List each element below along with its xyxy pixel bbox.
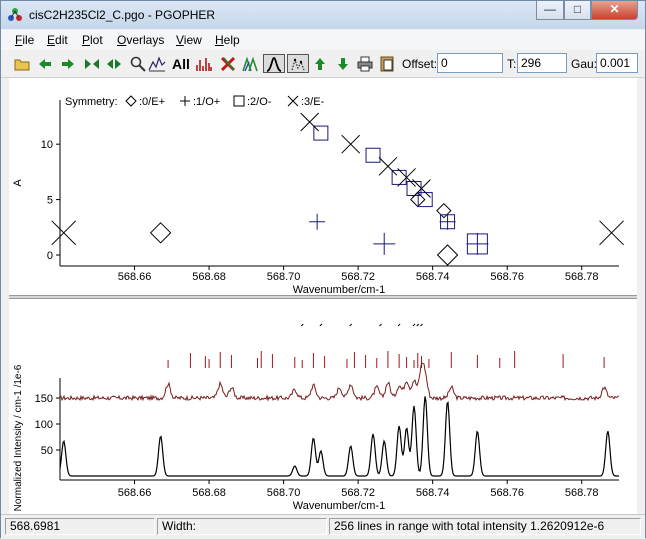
open-icon[interactable] bbox=[13, 54, 31, 73]
assignment-mark bbox=[416, 323, 420, 327]
offset-label: Offset: bbox=[402, 57, 438, 71]
assignment-mark bbox=[397, 323, 401, 327]
close-button[interactable]: ✕ bbox=[591, 1, 638, 20]
data-point-x bbox=[378, 156, 398, 176]
bottom-x-tick-label: 568.72 bbox=[341, 487, 375, 499]
bottom-x-tick-label: 568.78 bbox=[565, 487, 599, 499]
assignment-mark bbox=[349, 323, 353, 327]
menu-help[interactable]: Help bbox=[215, 33, 240, 47]
status-position: 568.6981 bbox=[5, 518, 155, 535]
data-point-square bbox=[365, 147, 381, 163]
bottom-y-tick-label: 50 bbox=[41, 445, 53, 457]
legend-entry: :1/O+ bbox=[193, 96, 220, 108]
bottom-x-tick-label: 568.66 bbox=[118, 487, 152, 499]
data-point-x bbox=[300, 112, 320, 132]
gaussian-width-label: Gau: bbox=[571, 57, 598, 71]
legend-marker-x bbox=[287, 95, 299, 107]
maximize-button[interactable]: □ bbox=[564, 1, 591, 20]
bottom-x-tick-label: 568.74 bbox=[416, 487, 450, 499]
menu-file[interactable]: File bbox=[15, 33, 34, 47]
assignment-mark bbox=[412, 323, 416, 327]
window-title: cisC2H235Cl2_C.pgo - PGOPHER bbox=[29, 8, 216, 22]
top-x-tick-label: 568.70 bbox=[267, 271, 301, 283]
top-x-tick-label: 568.78 bbox=[565, 271, 599, 283]
bottom-y-tick-label: 150 bbox=[35, 393, 53, 405]
minimize-button[interactable]: — bbox=[536, 1, 564, 20]
menu-bar: File Edit Plot Overlays View Help bbox=[1, 30, 645, 50]
all-button[interactable]: All bbox=[171, 54, 191, 73]
pgopher-app-icon bbox=[8, 8, 22, 21]
top-x-tick-label: 568.66 bbox=[118, 271, 152, 283]
sticks-icon[interactable] bbox=[287, 54, 309, 73]
observed-spectrum-line bbox=[59, 362, 620, 402]
menu-view[interactable]: View bbox=[176, 33, 202, 47]
assignment-mark bbox=[319, 323, 323, 327]
legend-marker-square-box bbox=[233, 95, 245, 107]
legend-entry: :0/E+ bbox=[139, 96, 165, 108]
temperature-input[interactable] bbox=[517, 53, 567, 73]
first-icon[interactable] bbox=[83, 54, 101, 73]
last-icon[interactable] bbox=[105, 54, 123, 73]
data-point-x bbox=[51, 220, 77, 246]
offset-input[interactable] bbox=[437, 53, 503, 73]
legend-entry: :3/E- bbox=[301, 96, 325, 108]
back-icon[interactable] bbox=[36, 54, 54, 73]
data-point-diamond bbox=[436, 202, 452, 219]
top-x-tick-label: 568.68 bbox=[192, 271, 226, 283]
bottom-y-tick-label: 100 bbox=[35, 419, 53, 431]
data-point-x bbox=[341, 134, 361, 154]
data-point-plus bbox=[309, 213, 326, 230]
bottom-x-tick-label: 568.76 bbox=[490, 487, 524, 499]
temperature-label: T: bbox=[507, 57, 517, 71]
clear-icon[interactable] bbox=[219, 54, 237, 73]
data-point-diamond bbox=[436, 244, 459, 266]
down-icon[interactable] bbox=[334, 54, 352, 73]
bottom-x-tick-label: 568.68 bbox=[192, 487, 226, 499]
top-x-tick-label: 568.72 bbox=[341, 271, 375, 283]
assignment-mark bbox=[300, 323, 304, 327]
title-bar: cisC2H235Cl2_C.pgo - PGOPHER — □ ✕ bbox=[1, 1, 645, 29]
print-icon[interactable] bbox=[356, 54, 374, 73]
top-x-tick-label: 568.74 bbox=[416, 271, 450, 283]
menu-plot[interactable]: Plot bbox=[82, 33, 103, 47]
toolbar: All Offset: T: Gau: bbox=[1, 51, 645, 78]
top-y-tick-label: 10 bbox=[41, 139, 53, 151]
legend-marker-plus bbox=[180, 96, 190, 106]
bottom-x-axis-label: Wavenumber/cm-1 bbox=[293, 500, 386, 512]
top-y-axis-label: A bbox=[12, 179, 24, 187]
forward-icon[interactable] bbox=[59, 54, 77, 73]
menu-overlays[interactable]: Overlays bbox=[117, 33, 164, 47]
data-point-square-box bbox=[365, 147, 381, 163]
top-y-tick-label: 5 bbox=[47, 195, 53, 207]
line-shape-icon[interactable] bbox=[263, 54, 285, 73]
plot-splitter[interactable] bbox=[9, 295, 637, 299]
simulate-icon[interactable] bbox=[241, 54, 259, 73]
top-x-tick-label: 568.76 bbox=[490, 271, 524, 283]
data-point-diamond bbox=[149, 222, 172, 244]
data-point-plus bbox=[466, 232, 489, 255]
data-point-plus bbox=[373, 232, 396, 255]
bottom-x-tick-label: 568.70 bbox=[267, 487, 301, 499]
simulated-spectrum-line bbox=[59, 396, 619, 477]
assignment-mark bbox=[379, 323, 382, 327]
status-message: 256 lines in range with total intensity … bbox=[329, 518, 641, 535]
assignment-mark bbox=[420, 323, 423, 327]
legend-entry: :2/O- bbox=[247, 96, 272, 108]
menu-edit[interactable]: Edit bbox=[47, 33, 68, 47]
legend-title: Symmetry: bbox=[65, 96, 118, 108]
spectrum-icon[interactable] bbox=[195, 54, 213, 73]
data-point-x bbox=[599, 220, 624, 246]
legend-marker-square bbox=[233, 95, 245, 107]
status-bar: 568.6981 Width: 256 lines in range with … bbox=[1, 514, 645, 539]
gaussian-width-input[interactable] bbox=[596, 53, 638, 73]
zoom-icon[interactable] bbox=[129, 54, 147, 73]
legend-marker-diamond bbox=[125, 95, 137, 107]
bottom-y-axis-label: Normalized Intensity / cm-1 /1e-6 bbox=[13, 364, 24, 511]
top-y-tick-label: 0 bbox=[47, 250, 53, 262]
main-window: cisC2H235Cl2_C.pgo - PGOPHER — □ ✕ File … bbox=[0, 0, 646, 539]
copy-icon[interactable] bbox=[378, 54, 396, 73]
status-width: Width: bbox=[157, 518, 327, 535]
fit-icon[interactable] bbox=[148, 54, 166, 73]
up-icon[interactable] bbox=[311, 54, 329, 73]
